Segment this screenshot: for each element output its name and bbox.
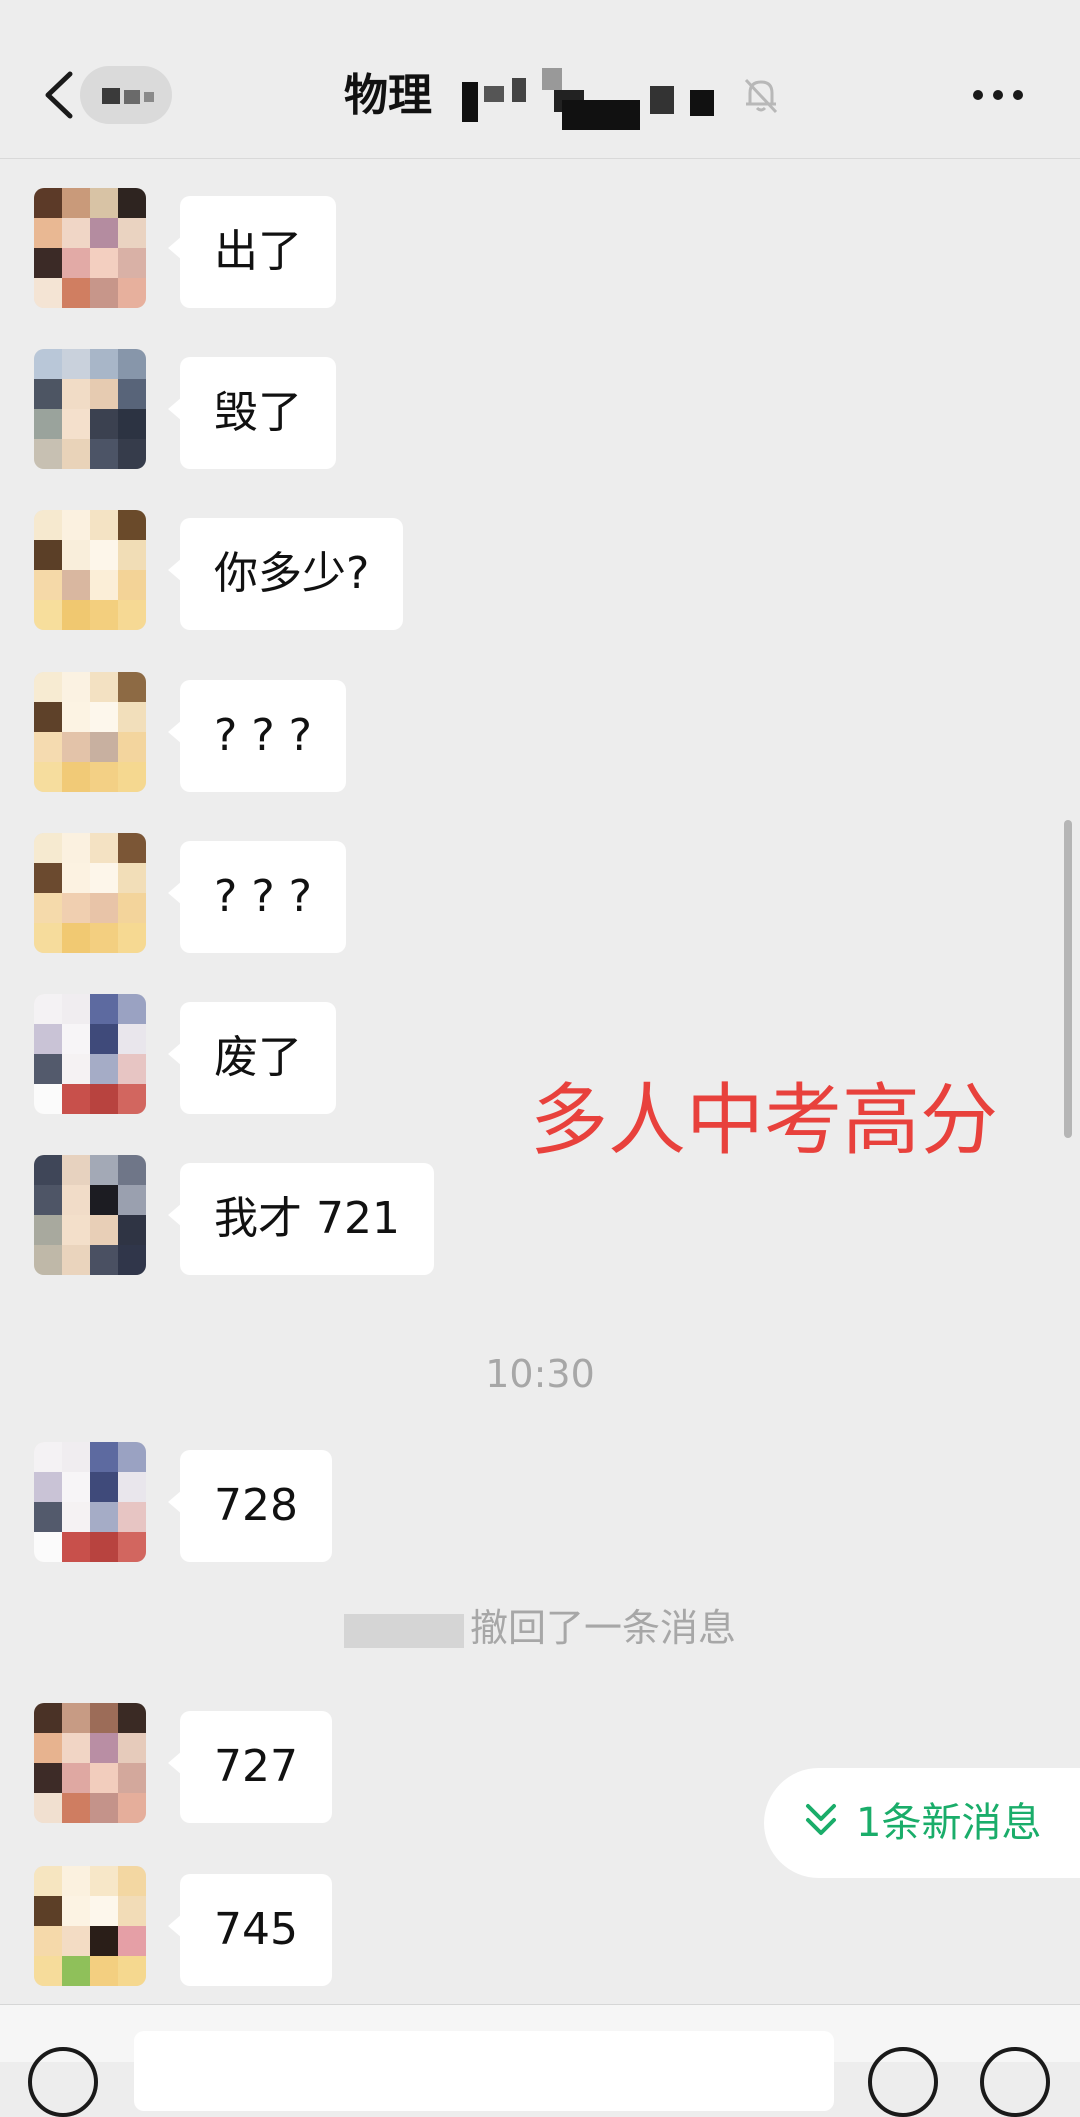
scrollbar[interactable] [1064, 820, 1072, 1138]
chat-header: 物理 [0, 0, 1080, 159]
avatar[interactable] [34, 833, 146, 953]
avatar[interactable] [34, 510, 146, 630]
recall-notice: 撤回了一条消息 [0, 1600, 1080, 1656]
message-bubble[interactable]: 毁了 [168, 357, 336, 469]
message-bubble[interactable]: ? ? ? [167, 841, 347, 953]
message-row: 你多少? [0, 510, 1080, 630]
message-bubble[interactable]: 出了 [168, 196, 336, 308]
input-bar [0, 2004, 1080, 2117]
double-chevron-down-icon [806, 1804, 836, 1835]
message-bubble[interactable]: 你多少? [167, 518, 404, 630]
message-bubble[interactable]: 728 [168, 1450, 332, 1562]
avatar[interactable] [34, 994, 146, 1114]
message-row: ? ? ? [0, 672, 1080, 792]
chevron-left-icon[interactable] [40, 70, 80, 120]
emoji-icon[interactable] [868, 2047, 938, 2117]
timestamp: 10:30 [485, 1352, 595, 1396]
new-message-label: 1条新消息 [856, 1800, 1042, 1846]
message-row: 728 [0, 1442, 1080, 1562]
plus-icon[interactable] [980, 2047, 1050, 2117]
message-row: ? ? ? [0, 833, 1080, 953]
avatar[interactable] [34, 1155, 146, 1275]
bell-off-icon [744, 78, 778, 114]
avatar[interactable] [34, 1442, 146, 1562]
message-bubble[interactable]: ? ? ? [167, 680, 347, 792]
message-row: 毁了 [0, 349, 1080, 469]
unread-count-blurred [80, 66, 172, 124]
message-row: 745 [0, 1866, 1080, 1986]
message-input[interactable] [134, 2031, 834, 2111]
avatar[interactable] [34, 1866, 146, 1986]
message-bubble[interactable]: 我才 721 [168, 1163, 434, 1275]
voice-icon[interactable] [28, 2047, 98, 2117]
new-message-button[interactable]: 1条新消息 [764, 1768, 1080, 1878]
chat-title: 物理 [344, 70, 432, 121]
message-bubble[interactable]: 745 [168, 1874, 332, 1986]
more-dots-icon[interactable] [970, 80, 1026, 110]
avatar[interactable] [34, 188, 146, 308]
avatar[interactable] [34, 672, 146, 792]
message-bubble[interactable]: 727 [168, 1711, 332, 1823]
message-bubble[interactable]: 废了 [168, 1002, 336, 1114]
chat-title-blurred [444, 64, 734, 130]
overlay-caption: 多人中考高分 [530, 1076, 999, 1166]
avatar[interactable] [34, 349, 146, 469]
message-row: 出了 [0, 188, 1080, 308]
avatar[interactable] [34, 1703, 146, 1823]
recaller-name-blurred [343, 1613, 464, 1648]
recall-notice-text: 撤回了一条消息 [469, 1606, 736, 1650]
